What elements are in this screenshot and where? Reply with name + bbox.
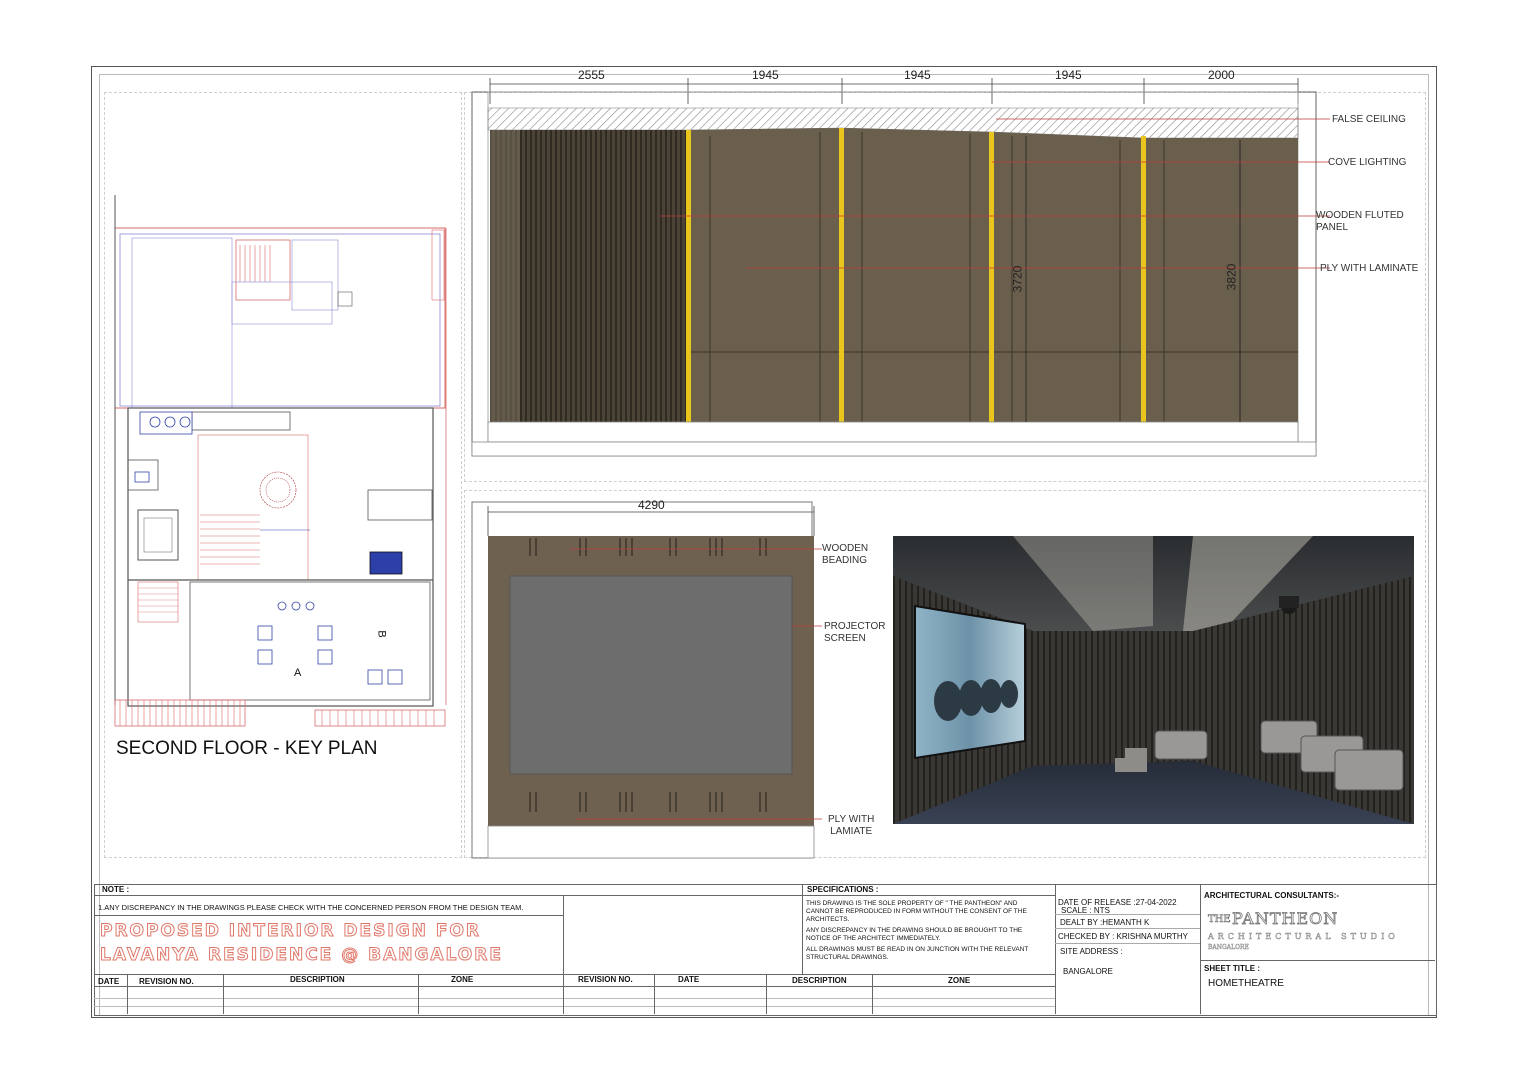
sheet-title-label: SHEET TITLE : — [1204, 964, 1260, 973]
tb-vline-consult — [1200, 884, 1201, 1014]
consultants-label: ARCHITECTURAL CONSULTANTS:- — [1204, 891, 1340, 900]
rev-header-date-2: DATE — [678, 975, 700, 984]
dim-height-3720: 3720 — [1010, 265, 1025, 293]
callout-ply-with-laminate: PLY WITH LAMINATE — [1320, 263, 1419, 274]
key-plan-marker-a: A — [294, 667, 302, 679]
dealt-by: DEALT BY :HEMANTH K — [1060, 918, 1150, 927]
tb-hline-info3 — [1055, 943, 1200, 944]
tb-vline-rev4 — [654, 974, 655, 1014]
tb-hline-5 — [94, 1006, 1056, 1007]
rev-header-zone: ZONE — [451, 975, 474, 984]
note-label: NOTE : — [102, 885, 130, 894]
spec-label: SPECIFICATIONS : — [807, 885, 879, 894]
tb-hline-3 — [94, 986, 1056, 987]
tb-hline-1 — [94, 895, 1056, 896]
tb-vline-rev3 — [418, 974, 419, 1014]
spec-2: ANY DISCREPANCY IN THE DRAWING SHOULD BE… — [806, 927, 1023, 942]
tb-hline-2 — [94, 974, 1056, 975]
rev-header-revision: REVISION NO. — [139, 977, 194, 986]
rev-header-description-2: DESCRIPTION — [792, 976, 847, 985]
tb-vline-info — [1055, 884, 1056, 1014]
callout-cove-lighting: COVE LIGHTING — [1328, 157, 1407, 168]
home-theatre-render-image — [893, 536, 1414, 824]
dim-2555: 2555 — [578, 68, 605, 82]
brand-city: BANGALORE — [1208, 944, 1249, 951]
main-elevation-drawing — [471, 78, 1330, 457]
tb-note-underline — [94, 915, 563, 916]
tb-vline-spec — [802, 884, 803, 974]
tb-vline-rev2 — [223, 974, 224, 1014]
key-plan-drawing — [114, 195, 447, 727]
dim-1945-b: 1945 — [904, 68, 931, 82]
brand-the: THE — [1208, 914, 1231, 926]
brand-sub: ARCHITECTURAL STUDIO — [1208, 932, 1399, 942]
dim-4290: 4290 — [638, 498, 665, 512]
rev-header-revision-2: REVISION NO. — [578, 975, 633, 984]
tb-hline-4 — [94, 998, 1056, 999]
dim-2000: 2000 — [1208, 68, 1235, 82]
brand-name: PANTHEON — [1232, 909, 1339, 929]
tb-vline-rev5 — [766, 974, 767, 1014]
callout-projector-screen: PROJECTOR SCREEN — [824, 621, 886, 644]
spec-3: ALL DRAWINGS MUST BE READ IN ON JUNCTION… — [806, 946, 1029, 961]
key-plan-title: SECOND FLOOR - KEY PLAN — [116, 738, 378, 759]
sheet-title: HOMETHEATRE — [1208, 978, 1284, 989]
tb-vline-rev6 — [872, 974, 873, 1014]
site-address: BANGALORE — [1063, 967, 1113, 976]
rev-header-description: DESCRIPTION — [290, 975, 345, 984]
callout-wooden-beading: WOODEN BEADING — [822, 543, 869, 566]
callout-wooden-fluted-panel: WOODEN FLUTED PANEL — [1316, 210, 1404, 233]
project-title-line1: PROPOSED INTERIOR DESIGN FOR — [100, 921, 481, 942]
project-title-line2: LAVANYA RESIDENCE @ BANGALORE — [100, 945, 503, 966]
rev-header-zone-2: ZONE — [948, 976, 971, 985]
tb-hline-consult — [1200, 960, 1435, 961]
dim-height-3820: 3820 — [1224, 263, 1239, 291]
key-plan-marker-b: B — [375, 630, 388, 638]
tb-vline-rev1 — [127, 974, 128, 1014]
spec-1: THIS DRAWING IS THE SOLE PROPERTY OF " T… — [806, 900, 1027, 923]
callout-ply-with-lamiate: PLY WITH LAMIATE — [828, 814, 875, 837]
note-text: 1.ANY DISCREPANCY IN THE DRAWINGS PLEASE… — [98, 903, 524, 912]
callout-false-ceiling: FALSE CEILING — [1332, 114, 1406, 125]
tb-hline-info2 — [1055, 928, 1200, 929]
checked-by: CHECKED BY : KRISHNA MURTHY — [1058, 932, 1188, 941]
dim-1945-a: 1945 — [752, 68, 779, 82]
scale: SCALE : NTS — [1061, 906, 1110, 915]
tb-vline-note — [563, 895, 564, 1014]
site-label: SITE ADDRESS : — [1060, 947, 1123, 956]
dim-1945-c: 1945 — [1055, 68, 1082, 82]
rev-header-date: DATE — [98, 977, 120, 986]
